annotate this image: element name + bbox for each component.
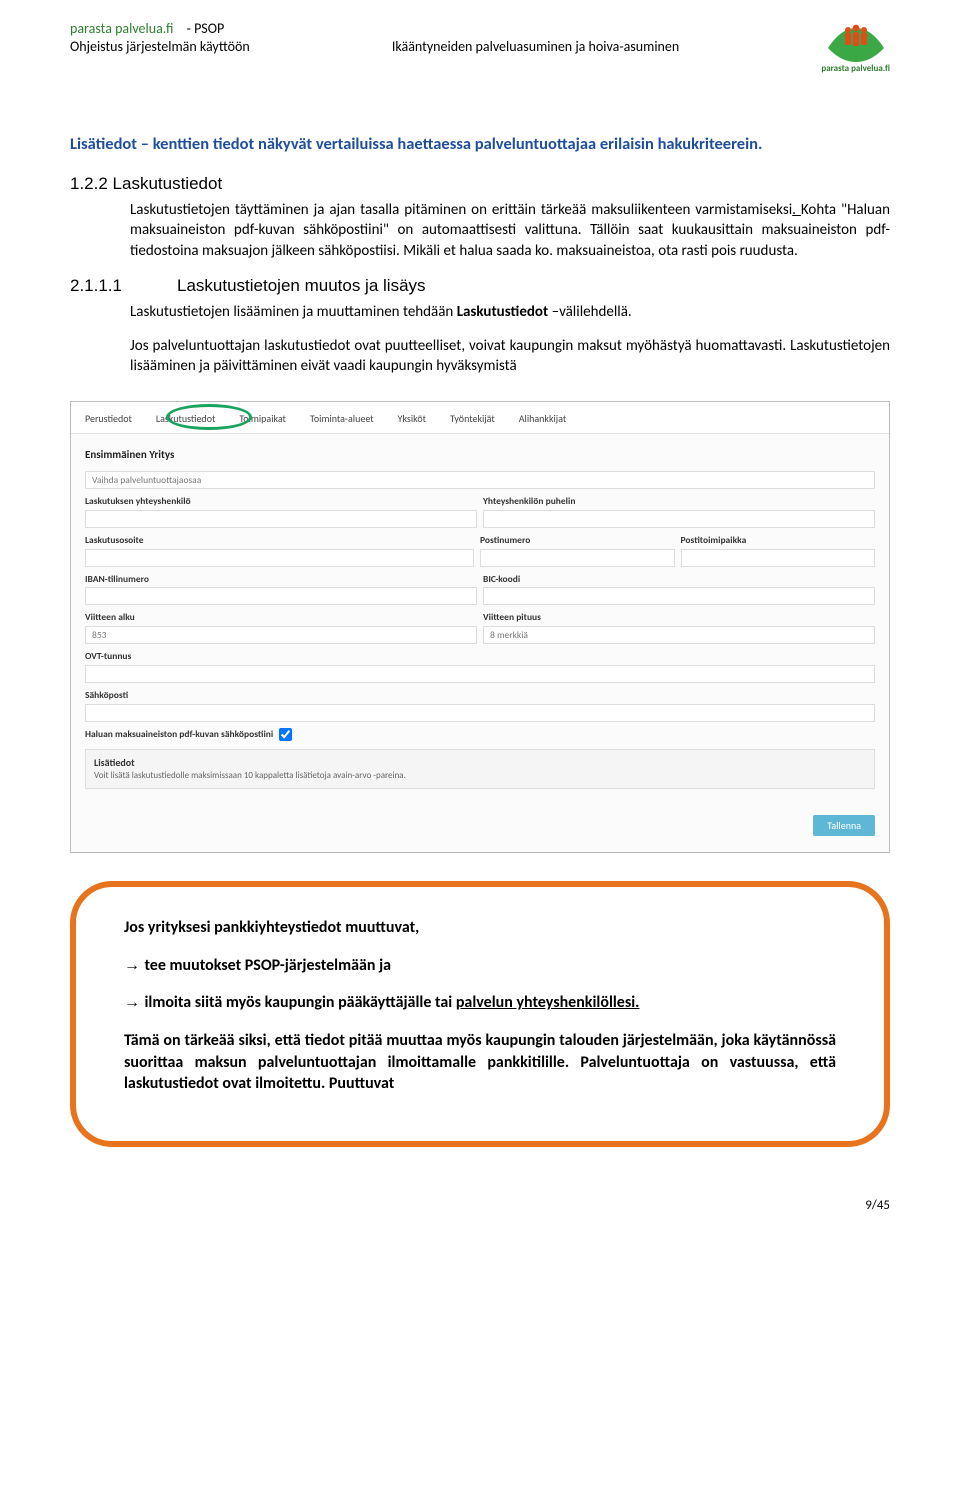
save-button[interactable]: Tallenna [813, 815, 875, 837]
section-title: Laskutustiedot [113, 174, 223, 193]
section-paragraph: Laskutustietojen täyttäminen ja ajan tas… [130, 200, 890, 261]
tab-yksikot[interactable]: Yksiköt [398, 412, 426, 426]
input-iban[interactable] [85, 587, 477, 605]
input-city[interactable] [681, 549, 876, 567]
header-left: parasta palvelua.fi - PSOP Ohjeistus jär… [70, 20, 250, 56]
subsection-number: 2.1.1.1 [70, 276, 122, 295]
tab-alihankkijat[interactable]: Alihankkijat [519, 412, 567, 426]
switch-producer-input[interactable]: Vaihda palveluntuottajaosaa [85, 471, 875, 489]
input-postcode[interactable] [480, 549, 675, 567]
callout-l3-pre: ilmoita siitä myös kaupungin pääkäyttäjä… [144, 993, 455, 1012]
company-name: Ensimmäinen Yritys [85, 448, 875, 463]
tab-toiminta-alueet[interactable]: Toiminta-alueet [310, 412, 374, 426]
pdf-checkbox[interactable] [279, 728, 292, 741]
callout-l3-underline: palvelun yhteyshenkilöllesi. [456, 993, 640, 1012]
input-ref-start[interactable]: 853 [85, 626, 477, 644]
document-header: parasta palvelua.fi - PSOP Ohjeistus jär… [70, 20, 890, 73]
header-subline: Ohjeistus järjestelmän käyttöön [70, 38, 250, 56]
section-para-pre: Laskutustietojen täyttäminen ja ajan tas… [130, 201, 792, 219]
subsection-title: Laskutustietojen muutos ja lisäys [177, 276, 426, 295]
arrow-icon: → [124, 957, 144, 974]
accordion-title: Lisätiedot [94, 756, 866, 770]
arrow-icon: → [124, 994, 144, 1011]
form-body: Ensimmäinen Yritys Vaihda palveluntuotta… [71, 434, 889, 801]
accordion-sub: Voit lisätä laskutustiedolle maksimissaa… [94, 770, 866, 782]
callout-l2-text: tee muutokset PSOP-järjestelmään ja [144, 956, 391, 975]
lead-sentence: Lisätiedot – kenttien tiedot näkyvät ver… [70, 133, 890, 155]
section-number: 1.2.2 [70, 174, 113, 193]
label-ref-length: Viitteen pituus [483, 611, 875, 624]
input-email[interactable] [85, 704, 875, 722]
callout-line-4: Tämä on tärkeää siksi, että tiedot pitää… [124, 1030, 836, 1095]
label-pdf-checkbox: Haluan maksuaineiston pdf-kuvan sähköpos… [85, 728, 875, 741]
subsection-heading: 2.1.1.1 Laskutustietojen muutos ja lisäys [70, 275, 890, 298]
important-callout: Jos yrityksesi pankkiyhteystiedot muuttu… [70, 881, 890, 1147]
subsection-para-1: Laskutustietojen lisääminen ja muuttamin… [130, 302, 890, 322]
input-bic[interactable] [483, 587, 875, 605]
tabs-row: Perustiedot Laskutustiedot Toimipaikat T… [71, 402, 889, 435]
header-brand-line: parasta palvelua.fi - PSOP [70, 20, 250, 38]
laskutustiedot-form-screenshot: Perustiedot Laskutustiedot Toimipaikat T… [70, 401, 890, 854]
input-contact-person[interactable] [85, 510, 477, 528]
tab-perustiedot[interactable]: Perustiedot [85, 412, 132, 426]
input-ovt[interactable] [85, 665, 875, 683]
lisatiedot-accordion[interactable]: Lisätiedot Voit lisätä laskutustiedolle … [85, 749, 875, 789]
label-city: Postitoimipaikka [681, 534, 876, 547]
header-center: Ikääntyneiden palveluasuminen ja hoiva-a… [392, 20, 679, 57]
page-footer: 9/45 [70, 1197, 890, 1215]
label-contact-person: Laskutuksen yhteyshenkilö [85, 495, 477, 508]
subsection-para-2: Jos palveluntuottajan laskutustiedot ova… [130, 336, 890, 377]
pdf-checkbox-text: Haluan maksuaineiston pdf-kuvan sähköpos… [85, 728, 273, 740]
section-para-underdot: . [792, 201, 801, 219]
tab-tyontekijat[interactable]: Työntekijät [450, 412, 495, 426]
psop-label: - PSOP [187, 20, 225, 38]
label-ref-start: Viitteen alku [85, 611, 477, 624]
input-billing-address[interactable] [85, 549, 474, 567]
label-bic: BIC-koodi [483, 573, 875, 586]
logo-caption: parasta palvelua.fi [821, 64, 890, 73]
callout-line-3: → ilmoita siitä myös kaupungin pääkäyttä… [124, 992, 836, 1014]
tab-toimipaikat[interactable]: Toimipaikat [239, 412, 286, 426]
label-iban: IBAN-tilinumero [85, 573, 477, 586]
label-contact-phone: Yhteyshenkilön puhelin [483, 495, 875, 508]
label-billing-address: Laskutusosoite [85, 534, 474, 547]
brand-logo: parasta palvelua.fi [821, 20, 890, 73]
select-ref-length[interactable]: 8 merkkiä [483, 626, 875, 644]
people-logo-icon [826, 20, 886, 64]
callout-line-1: Jos yrityksesi pankkiyhteystiedot muuttu… [124, 917, 836, 939]
p1-pre: Laskutustietojen lisääminen ja muuttamin… [130, 303, 457, 321]
p1-post: –välilehdellä. [548, 303, 631, 321]
label-postcode: Postinumero [480, 534, 675, 547]
callout-line-2: → tee muutokset PSOP-järjestelmään ja [124, 955, 836, 977]
section-heading: 1.2.2 Laskutustiedot [70, 173, 890, 196]
label-ovt: OVT-tunnus [85, 650, 875, 663]
input-contact-phone[interactable] [483, 510, 875, 528]
brand-link[interactable]: parasta palvelua.fi [70, 20, 173, 37]
label-email: Sähköposti [85, 689, 875, 702]
p1-bold: Laskutustiedot [457, 303, 549, 321]
tab-laskutustiedot[interactable]: Laskutustiedot [156, 412, 215, 426]
